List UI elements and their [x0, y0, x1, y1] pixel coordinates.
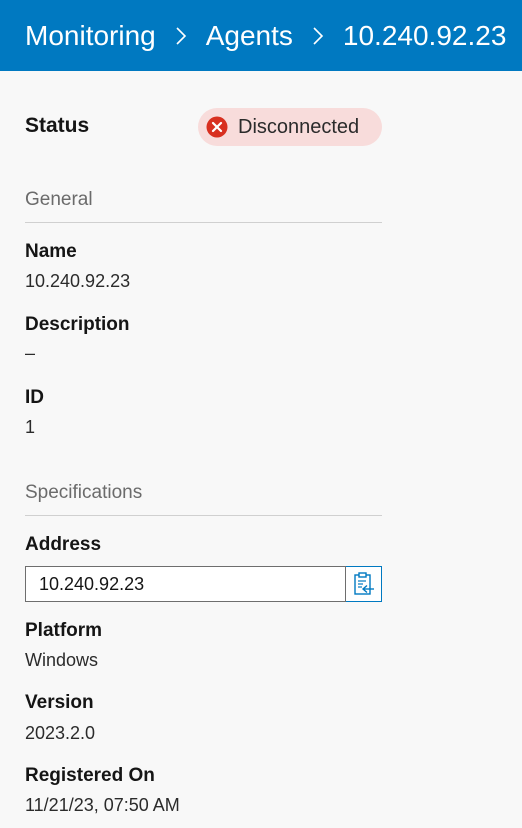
version-value: 2023.2.0	[25, 723, 96, 743]
breadcrumb-agents[interactable]: Agents	[206, 21, 293, 50]
clipboard-copy-icon	[353, 572, 374, 595]
registered-on-value: 11/21/23, 07:50 AM	[25, 795, 180, 815]
address-field-group	[25, 566, 382, 602]
version-label: Version	[25, 692, 94, 713]
name-value: 10.240.92.23	[25, 271, 131, 291]
id-label: ID	[25, 387, 44, 408]
status-label: Status	[25, 114, 90, 137]
platform-label: Platform	[25, 620, 103, 641]
header-bar: Monitoring Agents 10.240.92.23	[0, 0, 522, 71]
section-title-specifications: Specifications	[25, 483, 382, 516]
breadcrumb-current-agent: 10.240.92.23	[342, 19, 507, 51]
address-label: Address	[25, 534, 102, 555]
copy-address-button[interactable]	[346, 566, 382, 602]
section-title-general: General	[25, 190, 382, 223]
description-label: Description	[25, 314, 130, 335]
platform-value: Windows	[25, 650, 99, 670]
status-row: Status Disconnected	[25, 108, 382, 146]
status-badge-text: Disconnected	[238, 115, 360, 138]
name-label: Name	[25, 241, 77, 262]
breadcrumb-monitoring[interactable]: Monitoring	[25, 21, 156, 50]
chevron-right-icon	[164, 22, 198, 50]
description-value: –	[25, 343, 36, 363]
status-badge: Disconnected	[198, 108, 382, 146]
address-input[interactable]	[25, 566, 346, 602]
registered-on-label: Registered On	[25, 765, 155, 786]
id-value: 1	[25, 417, 36, 437]
chevron-right-icon	[301, 22, 335, 50]
x-circle-icon	[206, 116, 228, 138]
